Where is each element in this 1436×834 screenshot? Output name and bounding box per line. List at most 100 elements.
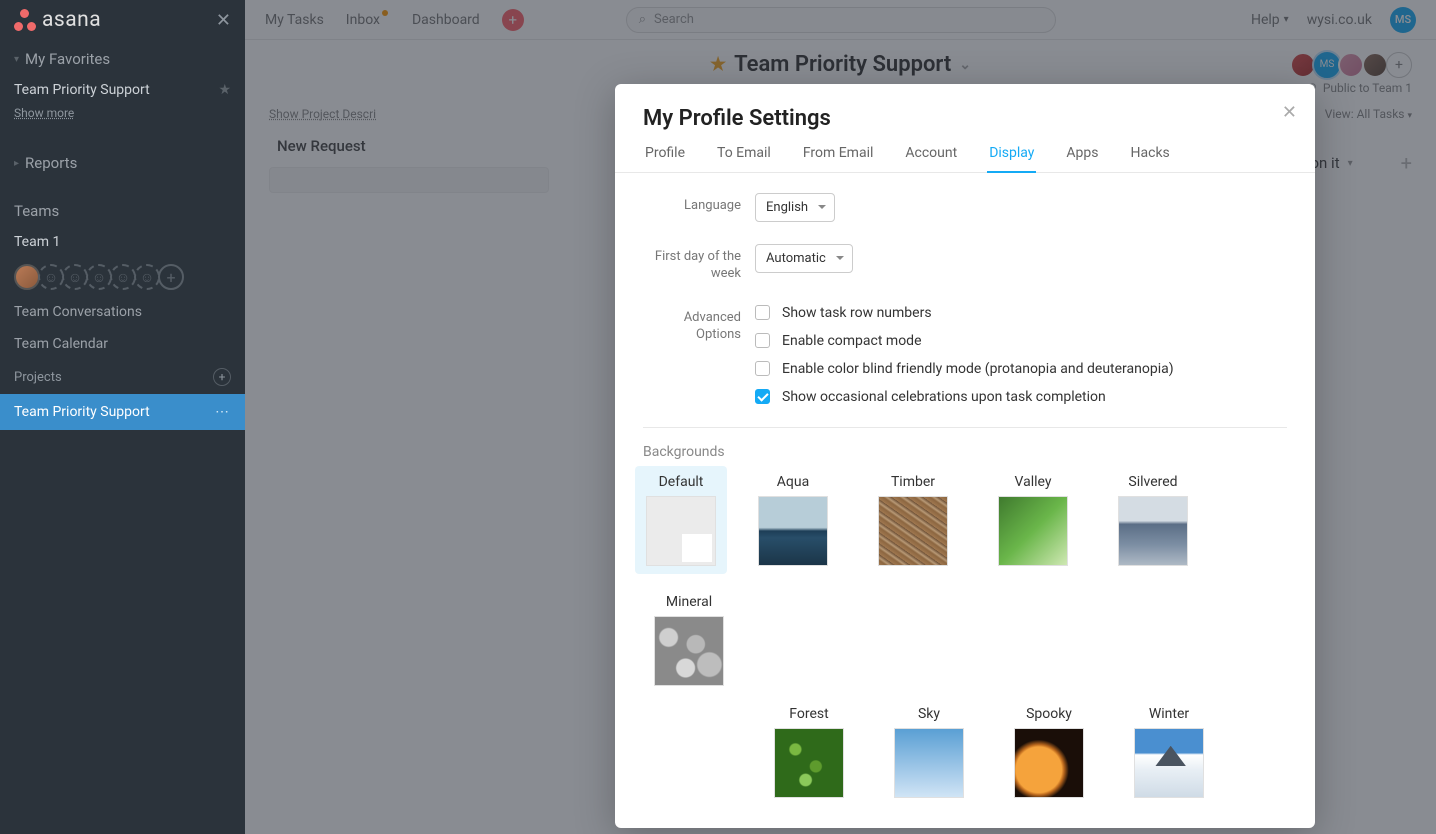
add-project-button[interactable]: + <box>213 368 231 386</box>
background-aqua[interactable]: Aqua <box>747 474 839 566</box>
tab-profile[interactable]: Profile <box>643 145 687 172</box>
tab-hacks[interactable]: Hacks <box>1129 145 1172 172</box>
checkbox-icon <box>755 361 770 376</box>
background-silvered[interactable]: Silvered <box>1107 474 1199 566</box>
avatar-placeholder[interactable]: ☺ <box>86 264 112 290</box>
add-member-button[interactable]: + <box>158 264 184 290</box>
bg-thumb-icon <box>758 496 828 566</box>
check-compact[interactable]: Enable compact mode <box>755 333 1174 349</box>
app-root: asana ✕ ▾ My Favorites Team Priority Sup… <box>0 0 1436 834</box>
divider <box>643 427 1287 428</box>
favorites-label: My Favorites <box>25 50 110 68</box>
team-conversations-link[interactable]: Team Conversations <box>0 296 245 328</box>
reports-label: Reports <box>25 154 77 172</box>
background-spooky[interactable]: Spooky <box>1003 706 1095 798</box>
avatar-placeholder[interactable]: ☺ <box>134 264 160 290</box>
avatar[interactable] <box>14 264 40 290</box>
background-timber[interactable]: Timber <box>867 474 959 566</box>
advanced-options-group: Show task row numbers Enable compact mod… <box>755 305 1174 405</box>
background-forest[interactable]: Forest <box>763 706 855 798</box>
bg-thumb-icon <box>774 728 844 798</box>
bg-thumb-icon <box>654 616 724 686</box>
bg-label: Winter <box>1149 706 1189 722</box>
team-name: Team 1 <box>14 234 60 250</box>
bg-label: Forest <box>789 706 828 722</box>
bg-label: Sky <box>918 706 940 722</box>
tab-apps[interactable]: Apps <box>1064 145 1100 172</box>
projects-header: Projects + <box>0 360 245 394</box>
bg-label: Mineral <box>666 594 712 610</box>
background-valley[interactable]: Valley <box>987 474 1079 566</box>
bg-thumb-icon <box>998 496 1068 566</box>
teams-label: Teams <box>14 202 59 220</box>
modal-tabs: Profile To Email From Email Account Disp… <box>615 145 1315 173</box>
check-colorblind[interactable]: Enable color blind friendly mode (protan… <box>755 361 1174 377</box>
bg-thumb-icon <box>1118 496 1188 566</box>
avatar-placeholder[interactable]: ☺ <box>62 264 88 290</box>
language-label: Language <box>643 193 755 215</box>
team-item[interactable]: Team 1 <box>0 226 245 258</box>
checkbox-icon <box>755 333 770 348</box>
close-modal-button[interactable]: ✕ <box>1282 102 1297 123</box>
background-winter[interactable]: Winter <box>1123 706 1215 798</box>
star-icon: ★ <box>218 82 231 98</box>
bg-label: Valley <box>1015 474 1052 490</box>
backgrounds-grid: Default Aqua Timber Valley Silvered <box>615 474 1315 686</box>
bg-label: Timber <box>891 474 935 490</box>
brand-logo[interactable]: asana <box>14 8 101 32</box>
brand-name: asana <box>42 8 101 32</box>
check-label: Enable compact mode <box>782 333 922 349</box>
avatar-placeholder[interactable]: ☺ <box>110 264 136 290</box>
check-label: Show occasional celebrations upon task c… <box>782 389 1106 405</box>
profile-settings-modal: ✕ My Profile Settings Profile To Email F… <box>615 84 1315 828</box>
checkbox-icon <box>755 305 770 320</box>
tab-to-email[interactable]: To Email <box>715 145 773 172</box>
tab-display[interactable]: Display <box>987 145 1036 173</box>
project-menu-icon[interactable]: ⋯ <box>215 404 231 420</box>
favorite-item-label: Team Priority Support <box>14 82 150 98</box>
team-calendar-link[interactable]: Team Calendar <box>0 328 245 360</box>
caret-down-icon: ▾ <box>14 54 19 65</box>
asana-logo-icon <box>14 9 36 31</box>
bg-thumb-icon <box>646 496 716 566</box>
collapse-sidebar-button[interactable]: ✕ <box>216 10 231 31</box>
tab-account[interactable]: Account <box>903 145 959 172</box>
check-label: Show task row numbers <box>782 305 932 321</box>
sidebar-project-item[interactable]: Team Priority Support ⋯ <box>0 394 245 430</box>
modal-title: My Profile Settings <box>615 106 1315 145</box>
main-area: My Tasks Inbox Dashboard + ⌕ Search Help… <box>245 0 1436 834</box>
check-celebrations[interactable]: Show occasional celebrations upon task c… <box>755 389 1174 405</box>
background-default[interactable]: Default <box>635 466 727 574</box>
backgrounds-grid-row2: Forest Sky Spooky Winter <box>615 706 1315 798</box>
bg-label: Default <box>659 474 704 490</box>
team-avatars: ☺ ☺ ☺ ☺ ☺ + <box>0 258 245 296</box>
first-day-label: First day of the week <box>643 244 755 283</box>
favorite-item[interactable]: Team Priority Support ★ <box>0 74 245 106</box>
teams-header[interactable]: Teams <box>0 196 245 226</box>
bg-thumb-icon <box>878 496 948 566</box>
sidebar-project-label: Team Priority Support <box>14 404 150 420</box>
reports-header[interactable]: ▸ Reports <box>0 148 245 178</box>
bg-thumb-icon <box>894 728 964 798</box>
bg-label: Spooky <box>1026 706 1072 722</box>
bg-thumb-icon <box>1134 728 1204 798</box>
bg-thumb-icon <box>1014 728 1084 798</box>
language-select[interactable]: English <box>755 193 835 222</box>
favorites-header[interactable]: ▾ My Favorites <box>0 44 245 74</box>
first-day-select[interactable]: Automatic <box>755 244 853 273</box>
caret-right-icon: ▸ <box>14 158 19 169</box>
checkbox-checked-icon <box>755 389 770 404</box>
tab-from-email[interactable]: From Email <box>801 145 876 172</box>
background-sky[interactable]: Sky <box>883 706 975 798</box>
bg-label: Aqua <box>777 474 809 490</box>
projects-label: Projects <box>14 370 62 385</box>
check-row-numbers[interactable]: Show task row numbers <box>755 305 1174 321</box>
show-more-link[interactable]: Show more <box>0 106 245 130</box>
advanced-options-label: Advanced Options <box>643 305 755 344</box>
display-form: Language English First day of the week A… <box>615 173 1315 405</box>
background-mineral[interactable]: Mineral <box>643 594 735 686</box>
bg-label: Silvered <box>1128 474 1177 490</box>
sidebar: asana ✕ ▾ My Favorites Team Priority Sup… <box>0 0 245 834</box>
check-label: Enable color blind friendly mode (protan… <box>782 361 1174 377</box>
avatar-placeholder[interactable]: ☺ <box>38 264 64 290</box>
